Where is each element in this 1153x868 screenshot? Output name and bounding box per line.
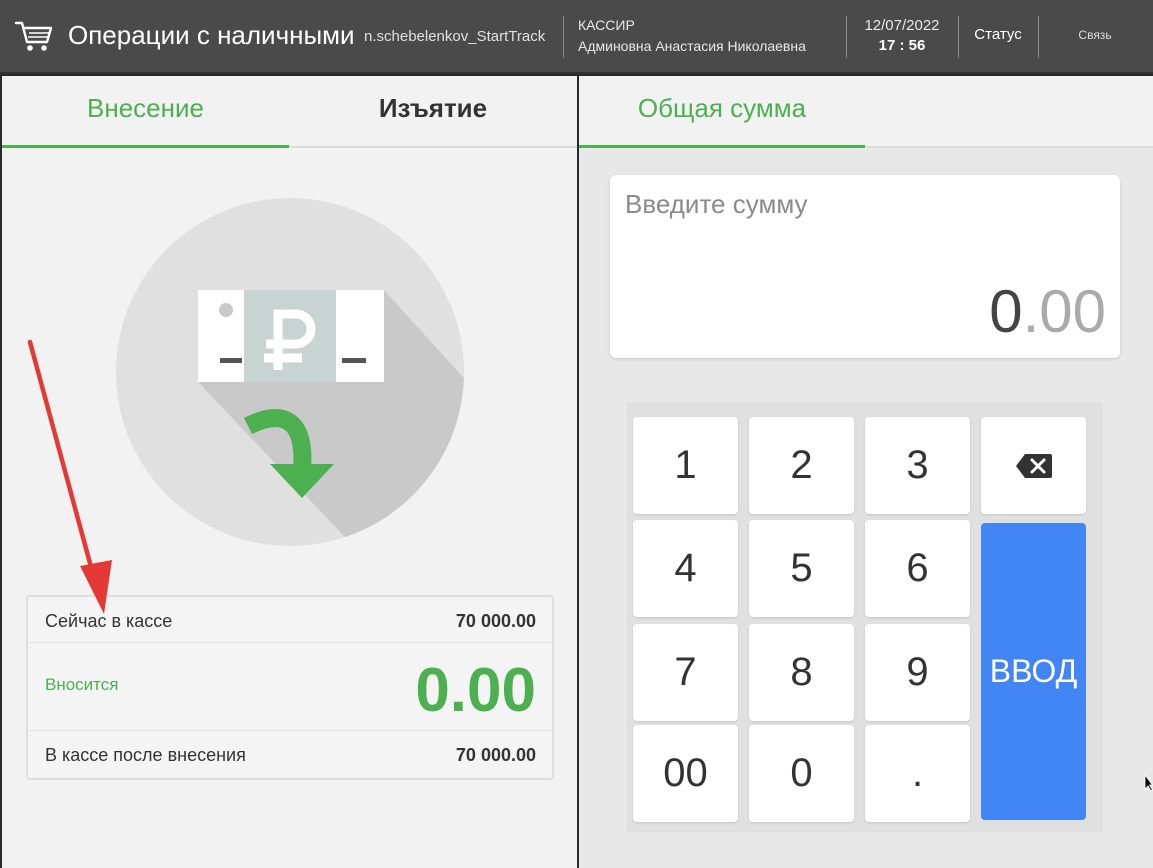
summary-row-current: Сейчас в кассе 70 000.00	[28, 597, 552, 643]
cashier-name: Админовна Анастасия Николаевна	[578, 38, 806, 54]
header-divider	[563, 16, 564, 58]
key-3[interactable]: 3	[865, 417, 970, 514]
backspace-icon	[1016, 454, 1052, 478]
cashier-role: КАССИР	[578, 17, 635, 33]
key-8[interactable]: 8	[749, 624, 854, 721]
cash-summary: Сейчас в кассе 70 000.00 Вносится 0.00 В…	[26, 595, 554, 780]
key-7[interactable]: 7	[633, 624, 738, 721]
header-divider	[1038, 16, 1039, 58]
key-decimal[interactable]: .	[865, 725, 970, 822]
mouse-cursor-icon	[1144, 774, 1153, 792]
amount-separator: .	[1022, 278, 1040, 345]
summary-row-deposit: Вносится 0.00	[28, 643, 552, 731]
status-button[interactable]: Статус	[962, 26, 1034, 43]
deposit-value: 0.00	[415, 656, 536, 725]
user-login: n.schebelenkov_StartTrack	[364, 28, 546, 45]
amount-fraction: 00	[1039, 278, 1106, 345]
key-6[interactable]: 6	[865, 520, 970, 617]
amount-panel: Общая сумма Введите сумму 0.00 1 2 3 4 5…	[579, 76, 1153, 868]
top-bar: Операции с наличными n.schebelenkov_Star…	[0, 0, 1153, 74]
key-1[interactable]: 1	[633, 417, 738, 514]
deposit-label: Вносится	[45, 675, 119, 694]
amount-value: 0.00	[989, 277, 1106, 346]
current-date: 12/07/2022	[864, 17, 940, 34]
tab-deposit[interactable]: Внесение	[2, 76, 289, 148]
amount-input[interactable]: Введите сумму 0.00	[610, 175, 1120, 358]
current-cash-value: 70 000.00	[455, 611, 536, 631]
header-divider	[846, 16, 847, 58]
connection-button[interactable]: Связь	[1050, 28, 1140, 42]
key-0[interactable]: 0	[749, 725, 854, 822]
amount-tabs: Общая сумма	[579, 76, 1153, 148]
page-title: Операции с наличными	[68, 20, 355, 50]
cart-icon	[14, 21, 53, 51]
amount-integer: 0	[989, 278, 1023, 345]
after-deposit-label: В кассе после внесения	[45, 745, 246, 765]
current-time: 17 : 56	[878, 37, 926, 54]
key-5[interactable]: 5	[749, 520, 854, 617]
operation-tabs: Внесение Изъятие	[2, 76, 577, 148]
enter-button[interactable]: ВВОД	[981, 523, 1086, 820]
key-2[interactable]: 2	[749, 417, 854, 514]
cash-deposit-icon	[116, 198, 464, 546]
after-deposit-value: 70 000.00	[455, 745, 536, 765]
tab-total-amount[interactable]: Общая сумма	[579, 76, 865, 148]
backspace-button[interactable]	[981, 417, 1086, 514]
header-divider	[958, 16, 959, 58]
summary-row-after: В кассе после внесения 70 000.00	[28, 731, 552, 778]
key-00[interactable]: 00	[633, 725, 738, 822]
amount-placeholder: Введите сумму	[625, 189, 808, 219]
key-4[interactable]: 4	[633, 520, 738, 617]
current-cash-label: Сейчас в кассе	[45, 611, 173, 631]
tab-withdraw[interactable]: Изъятие	[289, 76, 577, 148]
numeric-keypad: 1 2 3 4 5 6 7 8 9 00 0 . ВВОД	[627, 402, 1103, 832]
operation-panel: Внесение Изъятие Сейчас в кассе 70 000.0…	[2, 76, 577, 868]
key-9[interactable]: 9	[865, 624, 970, 721]
